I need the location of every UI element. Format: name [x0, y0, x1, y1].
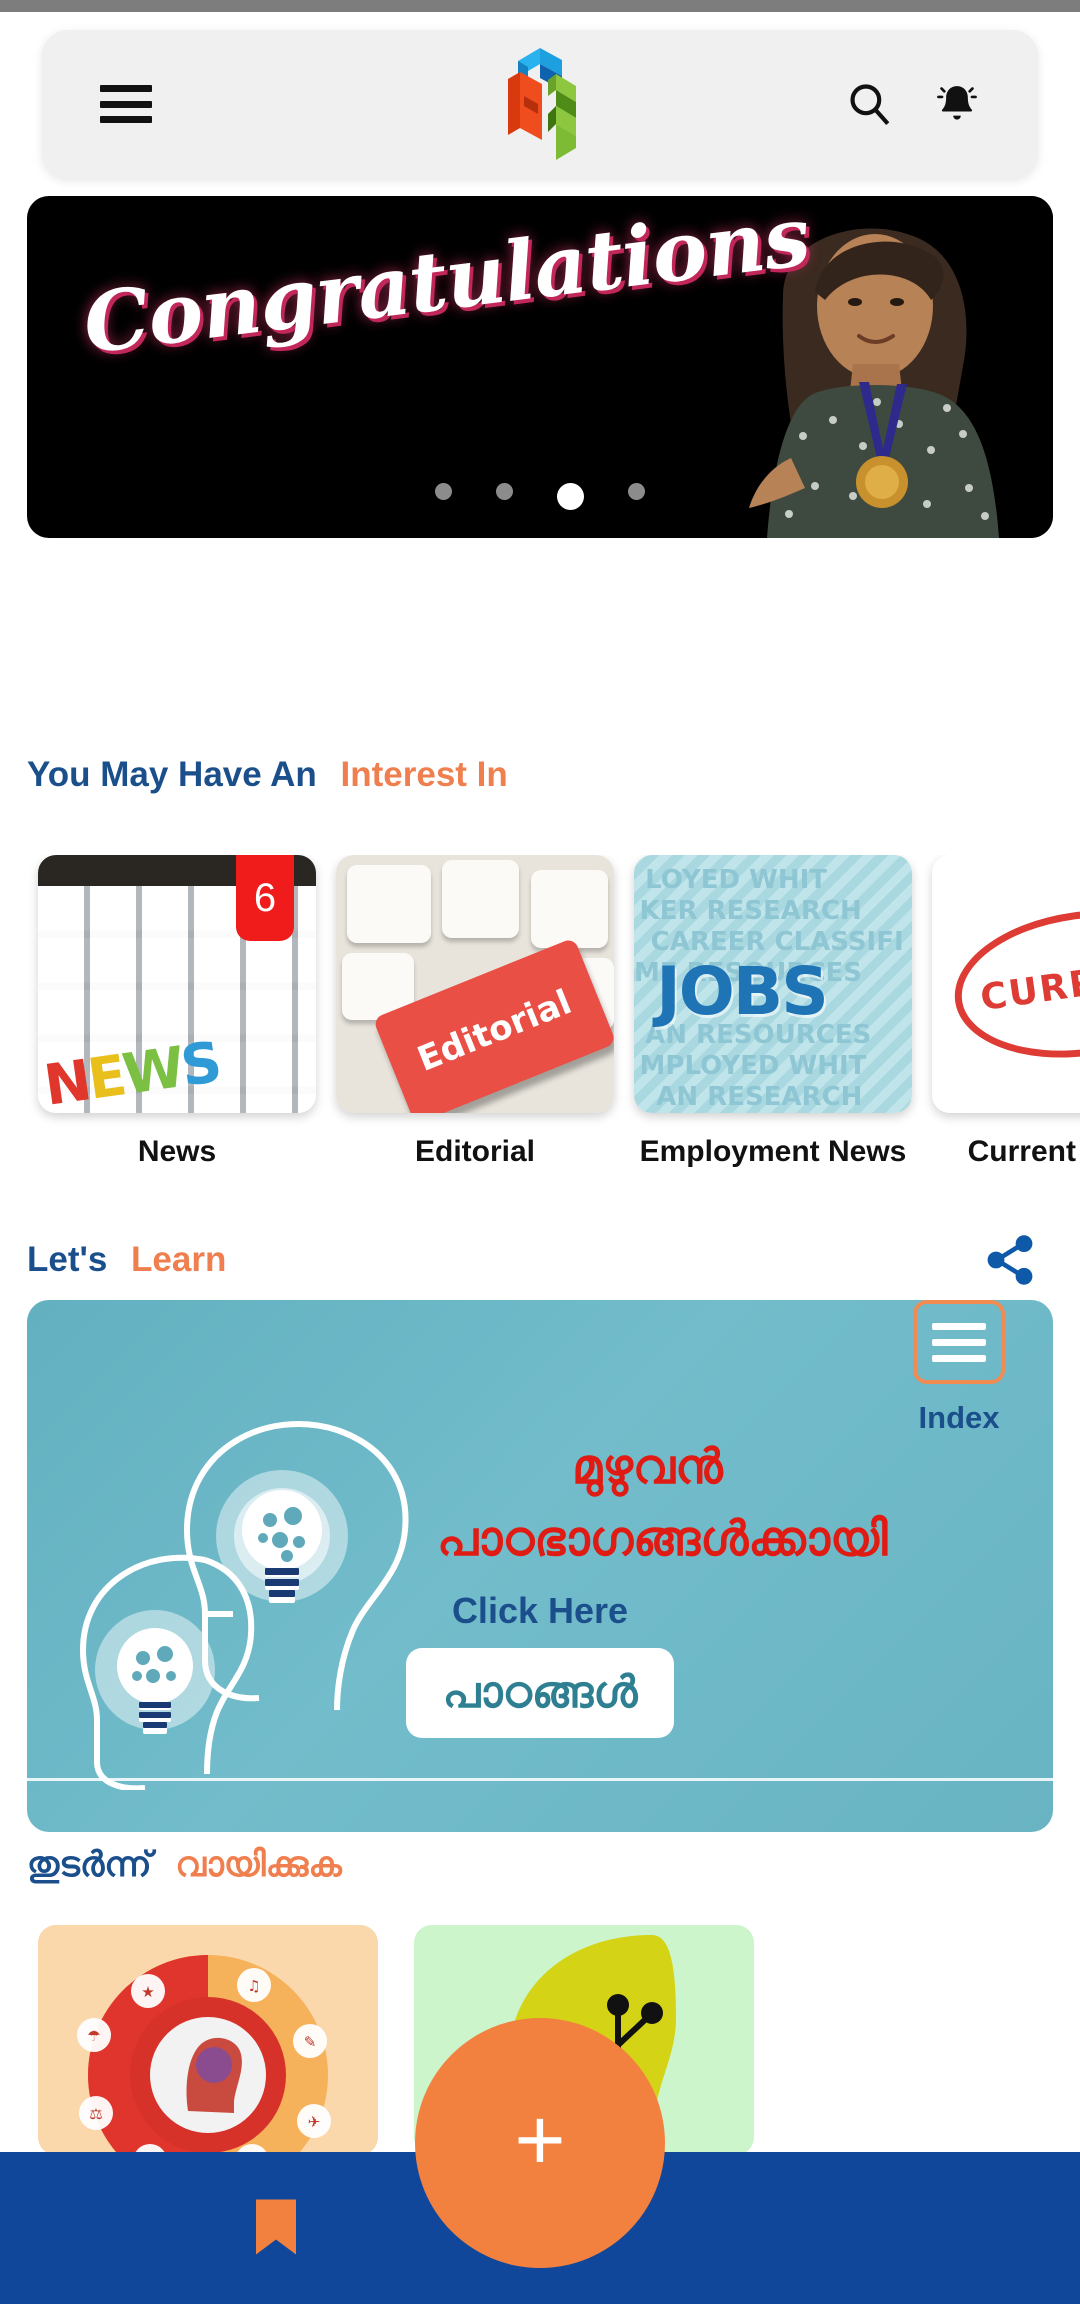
plus-icon: + [514, 2090, 566, 2189]
learn-heading-primary: Let's [27, 1240, 108, 1279]
jobs-wordcloud-thumbnail[interactable]: LOYED WHIT KER RESEARCH CAREER CLASSIFI … [634, 855, 912, 1113]
hero-script-headline: Congratulations [79, 196, 815, 388]
read-more-section-heading: തുടർന്ന് വായിക്കുക [27, 1845, 342, 1885]
category-item-current-affairs[interactable]: CURRENT Current affairs [932, 855, 1080, 1185]
top-app-bar [42, 30, 1038, 178]
jobs-word-decor: JOBS [656, 953, 829, 1031]
index-control[interactable]: Index [894, 1300, 1024, 1436]
bookmark-icon[interactable] [246, 2194, 306, 2260]
svg-text:✈: ✈ [308, 2113, 321, 2131]
current-affairs-stamp-thumbnail[interactable]: CURRENT [932, 855, 1080, 1113]
carousel-dot[interactable] [628, 483, 645, 500]
hamburger-menu-icon[interactable] [100, 85, 152, 123]
category-item-employment-news[interactable]: LOYED WHIT KER RESEARCH CAREER CLASSIFI … [634, 855, 932, 1185]
learn-card-click-here[interactable]: Click Here [27, 1590, 1053, 1632]
share-icon[interactable] [982, 1232, 1038, 1288]
carousel-dots [27, 483, 1053, 510]
category-list[interactable]: NEWS 6 News Editorial Editorial LOYED WH… [0, 855, 1080, 1185]
svg-text:✎: ✎ [304, 2033, 317, 2051]
lessons-button-label: പാഠങ്ങൾ [442, 1668, 638, 1717]
hero-banner-carousel[interactable]: Congratulations INDIAN-AMERICAN TEEN WIN… [27, 196, 1053, 538]
learn-heading-accent: Learn [131, 1240, 227, 1279]
svg-text:★: ★ [141, 1983, 154, 2001]
current-stamp-decor: CURRENT [945, 894, 1080, 1074]
read-more-heading-primary: തുടർന്ന് [27, 1845, 152, 1884]
bell-icon[interactable] [930, 75, 984, 133]
learn-section-heading: Let's Learn [27, 1240, 226, 1280]
search-icon[interactable] [842, 75, 896, 133]
category-item-editorial[interactable]: Editorial Editorial [336, 855, 634, 1185]
lessons-button[interactable]: പാഠങ്ങൾ [406, 1648, 674, 1738]
interest-heading-accent: Interest In [340, 755, 508, 794]
svg-text:⚖: ⚖ [89, 2105, 102, 2123]
interest-heading-primary: You May Have An [27, 755, 317, 794]
brain-heads-illustration [37, 1370, 467, 1792]
app-logo [490, 44, 590, 164]
carousel-dot[interactable] [496, 483, 513, 500]
add-floating-action-button[interactable]: + [415, 2018, 665, 2268]
index-label: Index [918, 1400, 1000, 1435]
carousel-dot-active[interactable] [557, 483, 584, 510]
carousel-dot[interactable] [435, 483, 452, 500]
learn-card-line-2: പാഠഭാഗങ്ങൾക്കായി [437, 1513, 888, 1566]
learn-card-line-1: മുഴുവൻ [572, 1441, 723, 1494]
svg-text:♫: ♫ [247, 1977, 260, 1995]
learn-card-divider [27, 1778, 1053, 1781]
interest-section-heading: You May Have An Interest In [27, 755, 508, 795]
knowledge-wheel-card[interactable]: ★♫ ✎✈ ☃✉ ⚖☂ [38, 1925, 378, 2155]
status-bar [0, 0, 1080, 12]
list-menu-icon[interactable] [913, 1300, 1005, 1384]
app-screen: Congratulations INDIAN-AMERICAN TEEN WIN… [0, 0, 1080, 2304]
svg-text:☂: ☂ [87, 2027, 100, 2045]
editorial-key-thumbnail[interactable]: Editorial [336, 855, 614, 1113]
news-keyboard-thumbnail[interactable]: NEWS 6 [38, 855, 316, 1113]
read-more-heading-accent: വായിക്കുക [175, 1845, 342, 1884]
news-badge-count: 6 [236, 855, 294, 941]
category-label: Editorial [414, 1135, 535, 1168]
appbar-actions [842, 75, 984, 133]
category-label: Employment News [639, 1135, 907, 1168]
hero-script-text: Congratulations [78, 196, 815, 373]
category-item-news[interactable]: NEWS 6 News [38, 855, 336, 1185]
category-label: News [137, 1135, 217, 1168]
category-label: Current affairs [967, 1135, 1080, 1168]
